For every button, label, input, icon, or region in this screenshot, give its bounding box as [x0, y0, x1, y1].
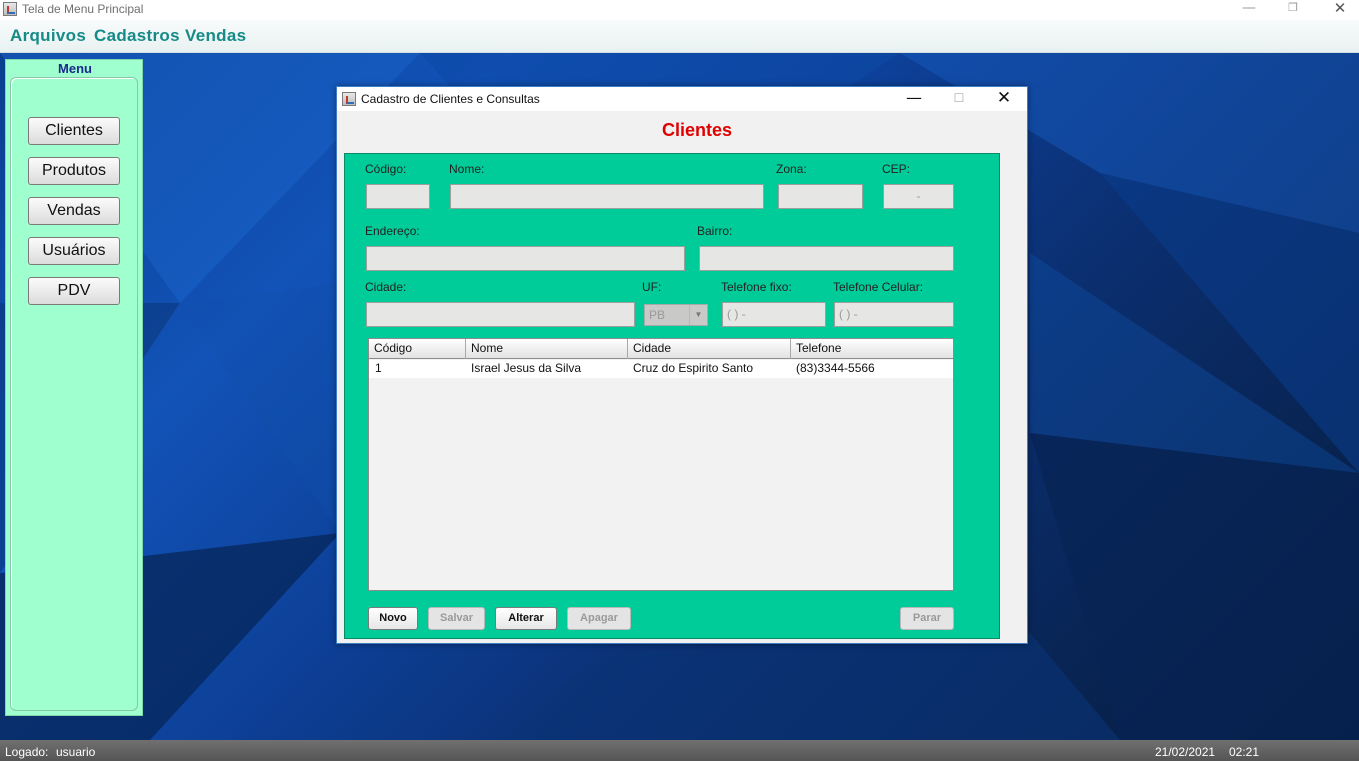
menu-arquivos[interactable]: Arquivos	[10, 26, 86, 46]
side-menu-title: Menu	[58, 61, 92, 76]
window-close-button[interactable]: ✕	[1317, 0, 1359, 20]
novo-button[interactable]: Novo	[368, 607, 418, 630]
cell-telefone: (83)3344-5566	[796, 361, 875, 375]
vendas-button[interactable]: Vendas	[28, 197, 120, 225]
frame-minimize-button[interactable]: —	[894, 87, 934, 111]
menu-vendas[interactable]: Vendas	[185, 26, 246, 46]
zona-label: Zona:	[776, 162, 807, 176]
endereco-label: Endereço:	[365, 224, 420, 238]
cidade-label: Cidade:	[365, 280, 407, 294]
combo-arrow-icon: ▼	[689, 305, 707, 325]
salvar-button[interactable]: Salvar	[428, 607, 485, 630]
nome-label: Nome:	[449, 162, 485, 176]
table-row[interactable]: 1 Israel Jesus da Silva Cruz do Espirito…	[369, 360, 953, 378]
uf-label: UF:	[642, 280, 662, 294]
clients-table[interactable]: Código Nome Cidade Telefone 1 Israel Jes…	[368, 338, 954, 591]
clientes-button[interactable]: Clientes	[28, 117, 120, 145]
logged-label: Logado:	[5, 745, 49, 759]
telefone-celular-field[interactable]: ( ) -	[834, 302, 954, 327]
status-time: 02:21	[1229, 745, 1260, 759]
bairro-field[interactable]	[699, 246, 954, 271]
codigo-field[interactable]	[366, 184, 430, 209]
usuarios-button[interactable]: Usuários	[28, 237, 120, 265]
zona-field[interactable]	[778, 184, 863, 209]
window-titlebar: Tela de Menu Principal — ❐ ✕	[0, 0, 1359, 20]
telefone-fixo-field[interactable]: ( ) -	[722, 302, 826, 327]
logged-user: usuario	[56, 745, 96, 759]
apagar-button[interactable]: Apagar	[567, 607, 631, 630]
side-menu-panel: Menu Clientes Produtos Vendas Usuários P…	[5, 59, 143, 716]
status-bar: Logado: usuario 21/02/2021 02:21	[0, 740, 1359, 761]
parar-button[interactable]: Parar	[900, 607, 954, 630]
menu-cadastros[interactable]: Cadastros	[94, 26, 180, 46]
alterar-button[interactable]: Alterar	[495, 607, 557, 630]
telefone-celular-label: Telefone Celular:	[833, 280, 924, 294]
column-header-telefone[interactable]: Telefone	[791, 339, 953, 359]
internal-frame-titlebar[interactable]: Cadastro de Clientes e Consultas — ☐ ✕	[337, 87, 1027, 111]
frame-maximize-button[interactable]: ☐	[939, 87, 979, 111]
cep-field[interactable]: -	[883, 184, 954, 209]
telefone-fixo-label: Telefone fixo:	[721, 280, 792, 294]
frame-close-button[interactable]: ✕	[984, 87, 1024, 111]
window-minimize-button[interactable]: —	[1226, 0, 1272, 20]
codigo-label: Código:	[365, 162, 407, 176]
endereco-field[interactable]	[366, 246, 685, 271]
form-heading: Clientes	[661, 120, 733, 140]
nome-field[interactable]	[450, 184, 764, 209]
column-header-codigo[interactable]: Código	[369, 339, 466, 359]
menu-bar: Arquivos Cadastros Vendas	[0, 20, 1359, 53]
cell-cidade: Cruz do Espirito Santo	[633, 361, 754, 375]
cep-label: CEP:	[882, 162, 911, 176]
bairro-label: Bairro:	[697, 224, 733, 238]
uf-selected-value: PB	[649, 308, 666, 322]
table-header: Código Nome Cidade Telefone	[369, 339, 953, 359]
column-header-cidade[interactable]: Cidade	[628, 339, 791, 359]
uf-combobox[interactable]: PB ▼	[644, 304, 708, 326]
client-form-panel: Código: Nome: Zona: CEP: - Endereço: Bai…	[344, 153, 1000, 639]
status-date: 21/02/2021	[1155, 745, 1216, 759]
column-header-nome[interactable]: Nome	[466, 339, 628, 359]
window-maximize-button[interactable]: ❐	[1270, 0, 1316, 20]
java-app-icon	[342, 92, 356, 106]
cidade-field[interactable]	[366, 302, 635, 327]
pdv-button[interactable]: PDV	[28, 277, 120, 305]
cell-codigo: 1	[375, 361, 382, 375]
produtos-button[interactable]: Produtos	[28, 157, 120, 185]
clientes-internal-frame: Cadastro de Clientes e Consultas — ☐ ✕ C…	[336, 86, 1028, 644]
internal-frame-title: Cadastro de Clientes e Consultas	[361, 92, 540, 106]
cell-nome: Israel Jesus da Silva	[471, 361, 582, 375]
window-title: Tela de Menu Principal	[22, 2, 144, 16]
java-app-icon	[3, 2, 17, 16]
